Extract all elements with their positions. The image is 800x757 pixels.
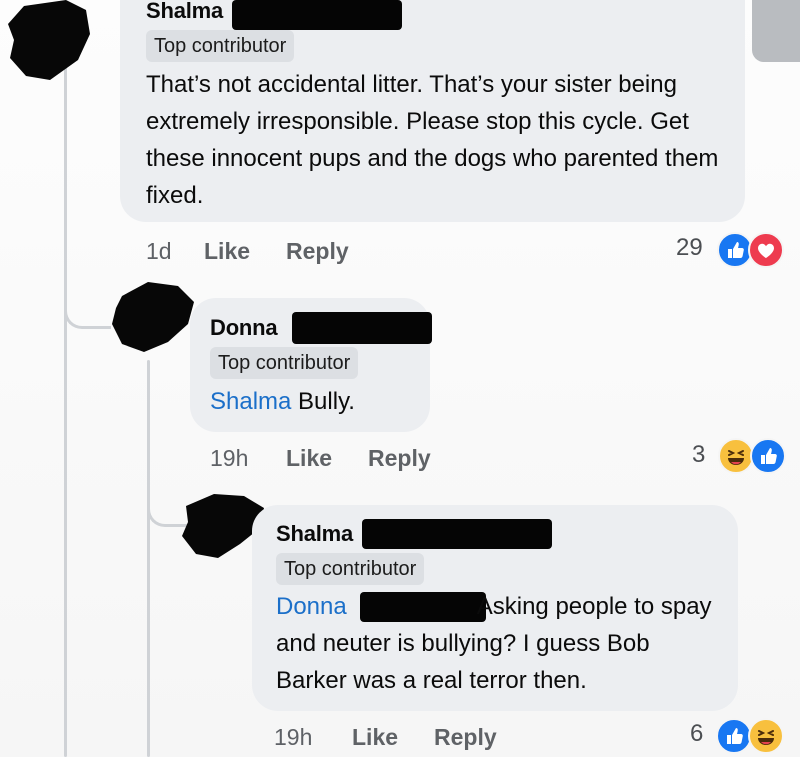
reaction-count[interactable]: 3 [692, 441, 705, 469]
haha-icon[interactable] [718, 438, 754, 474]
comment-text: Shalma Bully. [210, 383, 355, 420]
top-contributor-badge: Top contributor [210, 347, 359, 379]
avatar[interactable] [4, 0, 94, 84]
like-button[interactable]: Like [352, 724, 398, 751]
top-contributor-badge: Top contributor [276, 553, 425, 585]
mention-link[interactable]: Shalma [210, 388, 291, 415]
like-icon[interactable] [716, 718, 752, 754]
comment-time[interactable]: 1d [146, 238, 172, 265]
thread-line [64, 60, 67, 757]
comment-text: That’s not accidental litter. That’s you… [146, 66, 731, 214]
reaction-count[interactable]: 6 [690, 720, 703, 748]
comment-body: Bully. [298, 388, 355, 415]
redacted-name [362, 519, 552, 549]
scrollbar[interactable] [752, 0, 800, 62]
like-button[interactable]: Like [286, 445, 332, 472]
reply-button[interactable]: Reply [368, 445, 431, 472]
comment-author[interactable]: Shalma [276, 521, 353, 547]
comment-author[interactable]: Donna [210, 315, 278, 341]
love-icon[interactable] [748, 232, 784, 268]
reply-button[interactable]: Reply [286, 238, 349, 265]
comment-time[interactable]: 19h [274, 724, 312, 751]
thread-line [147, 360, 150, 757]
thread-connector [64, 300, 111, 329]
haha-icon[interactable] [748, 718, 784, 754]
redacted-name [292, 312, 432, 344]
mention-link[interactable]: Donna [276, 593, 347, 620]
like-button[interactable]: Like [204, 238, 250, 265]
reaction-count[interactable]: 29 [676, 234, 703, 262]
avatar[interactable] [108, 280, 198, 358]
comment-author[interactable]: Shalma [146, 0, 223, 24]
comment-time[interactable]: 19h [210, 445, 248, 472]
like-icon[interactable] [750, 438, 786, 474]
comment-body: That’s not accidental litter. That’s you… [146, 71, 719, 209]
top-contributor-badge: Top contributor [146, 30, 295, 62]
comment-text: Donna Asking people to spay and neuter is… [276, 588, 726, 699]
redacted-name [232, 0, 402, 30]
reply-button[interactable]: Reply [434, 724, 497, 751]
